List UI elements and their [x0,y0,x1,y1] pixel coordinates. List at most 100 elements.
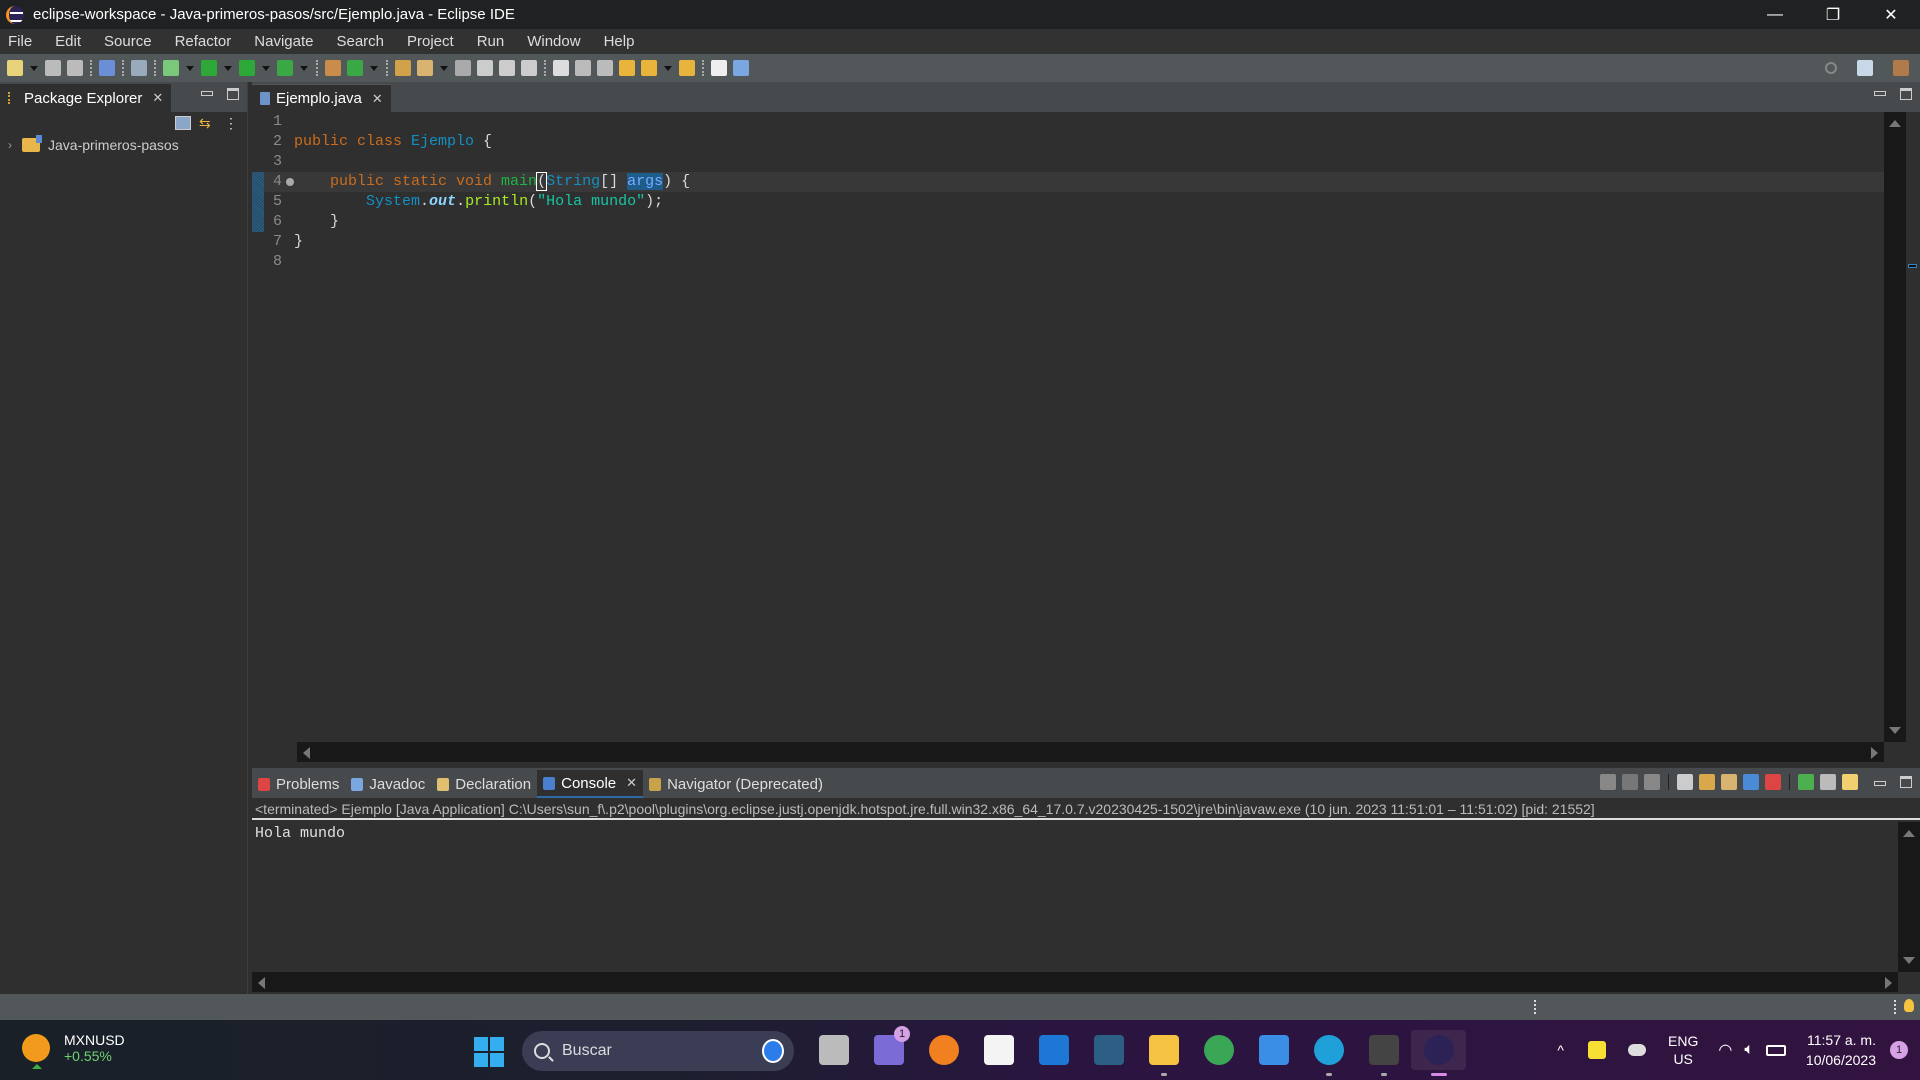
security-app-icon[interactable] [1588,1041,1606,1059]
status-bar-handle[interactable] [1894,1000,1896,1014]
block-selection-icon[interactable] [521,60,537,76]
minimize-view-button[interactable] [1874,781,1886,786]
menu-project[interactable]: Project [407,33,454,50]
forward-icon[interactable] [711,60,727,76]
toggle-annotation-icon[interactable] [455,60,471,76]
start-button[interactable] [474,1037,504,1067]
wifi-icon[interactable]: ◠ [1718,1040,1732,1060]
previous-annotation-icon[interactable] [597,60,613,76]
show-on-stdout-icon[interactable] [1743,774,1759,790]
language-indicator[interactable]: ENG US [1668,1032,1698,1068]
tab-declaration[interactable]: Declaration [431,770,537,798]
pin-console-icon[interactable] [1798,774,1814,790]
taskbar-app-task-view[interactable] [806,1030,861,1070]
show-hidden-icons-button[interactable]: ^ [1557,1042,1564,1058]
code-line[interactable]: 8 [252,252,1884,272]
menu-search[interactable]: Search [336,33,384,50]
taskbar-app-chrome[interactable] [1191,1030,1246,1070]
java-perspective-icon[interactable] [1893,60,1909,76]
menu-edit[interactable]: Edit [55,33,81,50]
next-annotation-icon[interactable] [575,60,591,76]
fold-collapse-icon[interactable] [286,178,294,186]
notification-badge[interactable]: 1 [1890,1041,1908,1059]
code-area[interactable]: 1 2 public class Ejemplo {3 4 public static… [252,112,1884,742]
scroll-down-icon[interactable] [1903,957,1915,964]
console-vertical-scrollbar[interactable] [1898,822,1920,972]
taskbar-app-avast-secure-browser[interactable] [916,1030,971,1070]
dropdown-arrow-icon[interactable] [370,65,378,71]
taskbar-search[interactable]: Buscar [522,1031,794,1071]
menu-window[interactable]: Window [527,33,580,50]
close-icon[interactable]: ✕ [626,775,637,791]
pen-icon[interactable] [417,60,433,76]
scroll-lock-icon[interactable] [1699,774,1715,790]
new-icon[interactable] [7,60,23,76]
console-horizontal-scrollbar[interactable] [252,972,1898,992]
menu-source[interactable]: Source [104,33,152,50]
tab-navigator[interactable]: Navigator (Deprecated) [643,770,829,798]
volume-icon[interactable]: 🔈︎ [1744,1041,1754,1059]
taskbar-app-terminal[interactable] [1356,1030,1411,1076]
close-button[interactable]: ✕ [1862,0,1920,29]
back-icon[interactable] [679,60,695,76]
display-console-icon[interactable] [1820,774,1836,790]
pin-editor-icon[interactable] [733,60,749,76]
dropdown-arrow-icon[interactable] [30,65,38,71]
scroll-left-icon[interactable] [303,747,310,759]
maximize-editor-button[interactable] [1900,88,1912,100]
taskbar-app-eclipse[interactable] [1411,1030,1466,1076]
coverage-icon[interactable] [239,60,255,76]
link-with-editor-icon[interactable]: ⇆ [199,116,215,130]
menu-refactor[interactable]: Refactor [175,33,232,50]
collapse-all-icon[interactable] [175,116,191,130]
code-line[interactable]: 7} [252,232,1884,252]
tab-package-explorer[interactable]: Package Explorer ✕ [0,84,172,112]
tab-problems[interactable]: Problems [252,770,345,798]
battery-icon[interactable] [1765,1044,1786,1056]
tab-console[interactable]: Console ✕ [537,770,644,798]
dropdown-arrow-icon[interactable] [186,65,194,71]
debug-icon[interactable] [163,60,179,76]
save-icon[interactable] [45,60,61,76]
menu-file[interactable]: File [8,33,32,50]
terminate-icon[interactable] [1600,774,1616,790]
maximize-view-button[interactable] [1900,776,1912,788]
terminal-icon[interactable] [99,60,115,76]
stock-widget[interactable]: MXNUSD +0.55% [22,1032,125,1069]
new-package-icon[interactable] [325,60,341,76]
tree-item-project[interactable]: › Java-primeros-pasos [0,134,247,156]
show-whitespace-icon[interactable] [553,60,569,76]
code-line[interactable]: 4 public static void main(String[] args)… [252,172,1884,192]
menu-help[interactable]: Help [604,33,635,50]
scroll-left-icon[interactable] [258,977,265,989]
maximize-view-button[interactable] [227,88,239,100]
taskbar-app-edge[interactable] [1301,1030,1356,1076]
editor-vertical-scrollbar[interactable] [1884,112,1906,742]
last-edit-icon[interactable] [619,60,635,76]
console-output[interactable]: Hola mundo [252,824,1920,844]
scroll-up-icon[interactable] [1903,830,1915,837]
close-icon[interactable]: ✕ [372,91,383,107]
remove-launch-icon[interactable] [1622,774,1638,790]
taskbar-app-teams-chat[interactable]: 1 [861,1026,916,1070]
code-line[interactable]: 6 } [252,212,1884,232]
scroll-right-icon[interactable] [1871,747,1878,759]
tab-javadoc[interactable]: Javadoc [345,770,431,798]
open-perspective-icon[interactable] [1857,60,1873,76]
taskbar-app-notepad[interactable] [1246,1030,1301,1070]
taskbar-app-mysql-workbench[interactable] [1081,1030,1136,1070]
clear-console-icon[interactable] [1677,774,1693,790]
save-all-icon[interactable] [67,60,83,76]
scroll-right-icon[interactable] [1885,977,1892,989]
bing-icon[interactable] [762,1039,784,1063]
code-line[interactable]: 5 System.out.println("Hola mundo"); [252,192,1884,212]
dropdown-arrow-icon[interactable] [224,65,232,71]
occurrence-marker[interactable] [1908,264,1917,268]
clock[interactable]: 11:57 a. m. 10/06/2023 [1806,1030,1876,1070]
onedrive-icon[interactable] [1628,1044,1646,1056]
code-line[interactable]: 3 [252,152,1884,172]
dropdown-arrow-icon[interactable] [300,65,308,71]
scroll-down-icon[interactable] [1889,727,1901,734]
minimize-view-button[interactable] [201,91,213,96]
editor-horizontal-scrollbar[interactable] [297,742,1884,762]
